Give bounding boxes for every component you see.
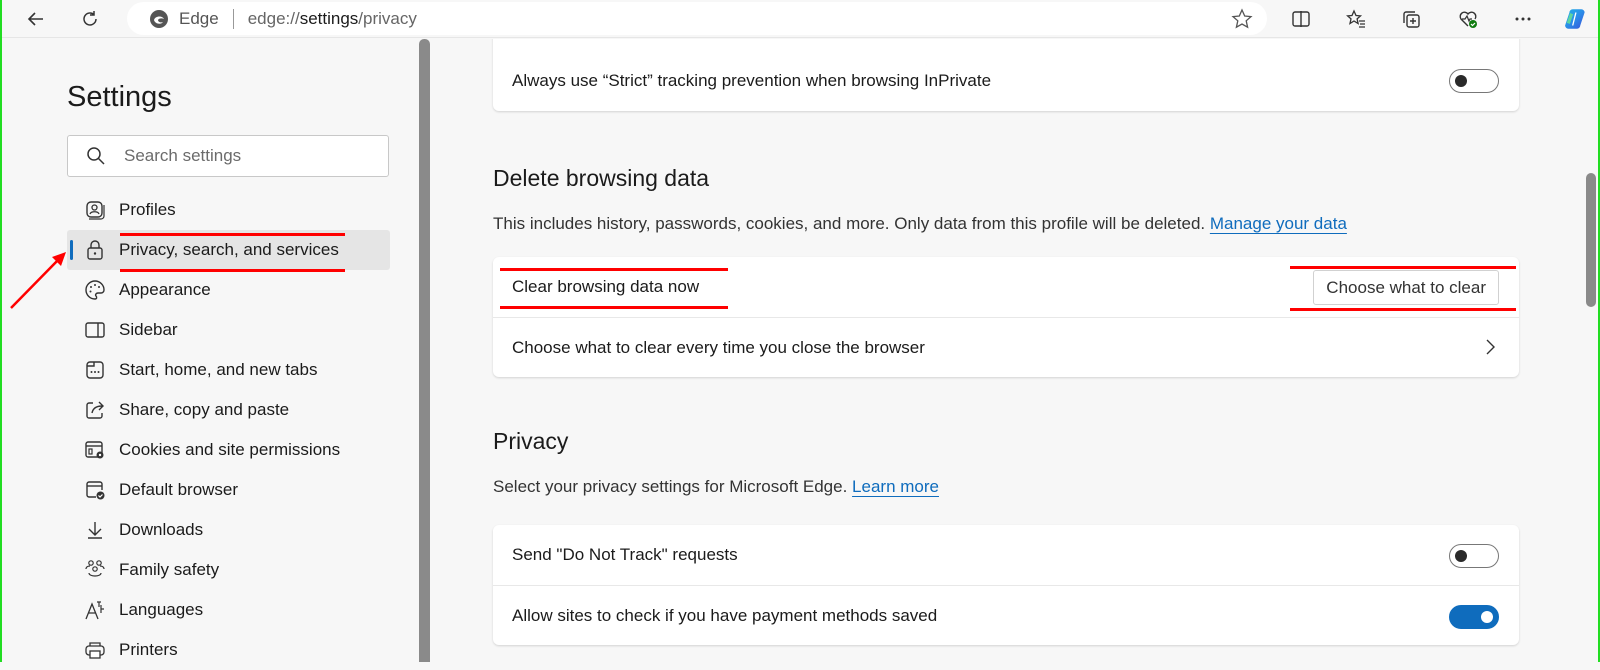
address-separator: [232, 8, 234, 29]
printer-icon: [85, 642, 105, 659]
sidebar-item-profiles[interactable]: Profiles: [67, 190, 390, 230]
settings-nav: Profiles Privacy, search, and services A…: [67, 190, 390, 670]
palette-icon: [85, 280, 105, 300]
sidebar-scrollbar[interactable]: [419, 39, 430, 662]
clear-now-label: Clear browsing data now: [512, 277, 700, 296]
back-icon: [27, 12, 43, 26]
browser-essentials-button[interactable]: [1452, 4, 1484, 34]
site-label: Edge: [179, 8, 219, 28]
family-icon: [85, 560, 105, 577]
delete-data-card: Clear browsing data now Choose what to c…: [493, 257, 1519, 377]
learn-more-link[interactable]: Learn more: [852, 477, 939, 496]
search-settings-field[interactable]: [67, 135, 389, 177]
sidebar-item-label: Cookies and site permissions: [119, 440, 341, 459]
share-icon: [86, 401, 104, 419]
annotation-underline: [500, 306, 728, 309]
cookies-icon: [85, 441, 104, 459]
main-scrollbar[interactable]: [1586, 173, 1596, 307]
sidebar-item-default-browser[interactable]: Default browser: [67, 470, 390, 510]
sidebar-item-label: Sidebar: [119, 320, 178, 339]
copilot-icon: [1565, 9, 1585, 29]
chevron-right-icon[interactable]: [1483, 338, 1497, 356]
sidebar-item-printers[interactable]: Printers: [67, 630, 390, 670]
do-not-track-row: Send "Do Not Track" requests: [493, 525, 1519, 585]
sidebar-item-label: Default browser: [119, 480, 239, 499]
sidebar-item-languages[interactable]: Languages: [67, 590, 390, 630]
sidebar-icon: [85, 322, 105, 338]
strict-inprivate-row: Always use “Strict” tracking prevention …: [493, 39, 1519, 111]
clear-on-close-row[interactable]: Choose what to clear every time you clos…: [493, 317, 1519, 377]
privacy-card: Send "Do Not Track" requests Allow sites…: [493, 525, 1519, 645]
default-browser-icon: [86, 481, 105, 500]
sidebar-item-privacy[interactable]: Privacy, search, and services: [67, 230, 390, 270]
annotation-underline: [120, 269, 345, 272]
strict-inprivate-label: Always use “Strict” tracking prevention …: [512, 71, 992, 90]
search-settings-input[interactable]: [124, 146, 364, 166]
annotation-underline: [500, 268, 728, 271]
search-icon: [87, 147, 105, 165]
browser-essentials-icon: [1459, 11, 1477, 28]
do-not-track-label: Send "Do Not Track" requests: [512, 545, 738, 564]
languages-icon: [85, 601, 104, 620]
refresh-icon: [83, 11, 97, 26]
favorite-star-icon[interactable]: [1231, 8, 1253, 30]
sidebar-item-label: Family safety: [119, 560, 220, 579]
sidebar-item-downloads[interactable]: Downloads: [67, 510, 390, 550]
url-text: edge://settings/privacy: [247, 8, 417, 28]
privacy-title: Privacy: [493, 428, 569, 454]
strict-inprivate-toggle[interactable]: [1449, 69, 1499, 93]
payment-methods-toggle[interactable]: [1449, 605, 1499, 629]
manage-your-data-link[interactable]: Manage your data: [1210, 214, 1347, 233]
lock-icon: [87, 240, 103, 260]
payment-methods-label: Allow sites to check if you have payment…: [512, 605, 938, 625]
address-bar[interactable]: Edge edge://settings/privacy: [127, 2, 1267, 35]
clear-on-close-label: Choose what to clear every time you clos…: [512, 337, 925, 357]
sidebar-item-label: Appearance: [119, 280, 211, 299]
browser-toolbar: Edge edge://settings/privacy: [2, 0, 1598, 38]
tracking-card: Always use “Strict” tracking prevention …: [493, 39, 1519, 111]
sidebar-item-start-home[interactable]: Start, home, and new tabs: [67, 350, 390, 390]
annotation-underline: [1290, 266, 1516, 269]
do-not-track-toggle[interactable]: [1449, 544, 1499, 568]
sidebar-item-sidebar[interactable]: Sidebar: [67, 310, 390, 350]
sidebar-item-label: Privacy, search, and services: [119, 240, 339, 259]
edge-logo-icon: [150, 9, 168, 28]
sidebar-item-label: Printers: [119, 640, 178, 659]
settings-title: Settings: [67, 81, 172, 113]
sidebar-item-share[interactable]: Share, copy and paste: [67, 390, 390, 430]
more-icon: [1515, 17, 1531, 21]
sidebar-item-label: Share, copy and paste: [119, 400, 290, 419]
settings-sidebar: Settings Profiles Privacy, search, and s…: [2, 39, 430, 662]
profile-icon: [86, 201, 105, 220]
delete-browsing-data-title: Delete browsing data: [493, 165, 710, 191]
split-screen-icon: [1292, 11, 1310, 27]
copilot-button[interactable]: [1560, 4, 1594, 34]
split-screen-button[interactable]: [1285, 4, 1317, 34]
sidebar-item-label: Profiles: [119, 200, 176, 219]
sidebar-item-label: Start, home, and new tabs: [119, 360, 318, 379]
more-button[interactable]: [1507, 4, 1539, 34]
collections-button[interactable]: [1395, 4, 1427, 34]
sidebar-item-cookies[interactable]: Cookies and site permissions: [67, 430, 390, 470]
sidebar-item-family-safety[interactable]: Family safety: [67, 550, 390, 590]
annotation-underline: [1290, 308, 1516, 311]
download-icon: [88, 522, 102, 539]
settings-main: Always use “Strict” tracking prevention …: [430, 39, 1598, 662]
favorites-icon: [1346, 9, 1365, 28]
payment-methods-row: Allow sites to check if you have payment…: [493, 585, 1519, 645]
privacy-description: Select your privacy settings for Microso…: [493, 477, 939, 496]
delete-browsing-data-description: This includes history, passwords, cookie…: [493, 214, 1347, 233]
favorites-button[interactable]: [1340, 4, 1372, 34]
sidebar-item-label: Downloads: [119, 520, 204, 539]
annotation-arrow-icon: [10, 252, 66, 309]
sidebar-item-appearance[interactable]: Appearance: [67, 270, 390, 310]
sidebar-item-label: Languages: [119, 600, 204, 619]
refresh-button[interactable]: [74, 4, 106, 34]
collections-icon: [1403, 11, 1420, 28]
back-button[interactable]: [20, 4, 52, 34]
choose-what-to-clear-button[interactable]: Choose what to clear: [1313, 270, 1499, 305]
home-tabs-icon: [86, 361, 104, 379]
annotation-underline: [120, 233, 345, 236]
